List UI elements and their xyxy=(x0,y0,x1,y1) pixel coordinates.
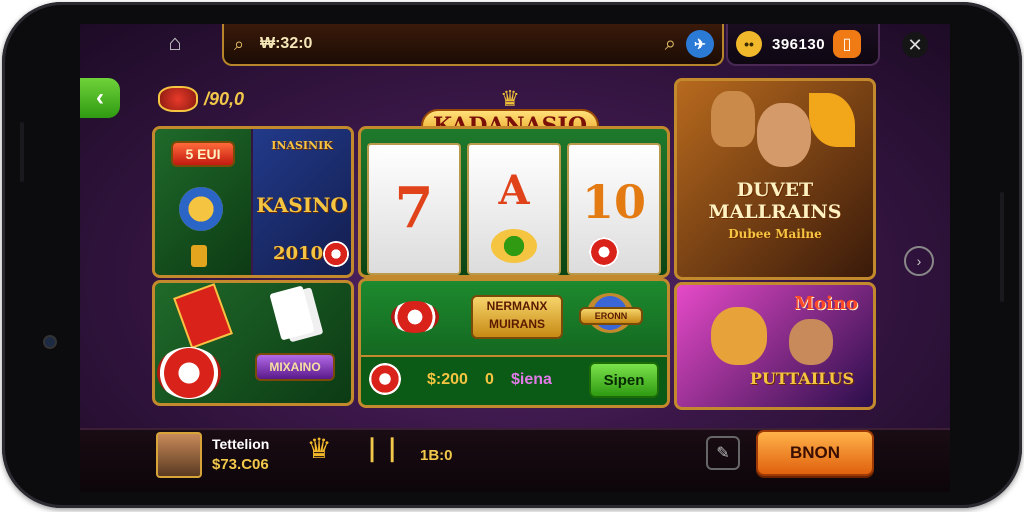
tile1-name-b: KASINO xyxy=(256,193,348,217)
edit-icon[interactable]: ✎ xyxy=(706,436,740,470)
clover-coin-icon xyxy=(491,229,537,263)
share-icon[interactable]: ✈ xyxy=(686,30,714,58)
feature-game-tile[interactable]: DUVET MALLRAINS Dubee Mailne xyxy=(674,78,876,280)
search-icon: ⌕ xyxy=(234,34,245,54)
chips-icon xyxy=(158,86,198,112)
bet-count: 0 xyxy=(485,371,494,388)
search-bar[interactable]: ⌕ ₩:32:0 ⌕ ✈ xyxy=(222,24,724,66)
bet-chip-icon xyxy=(391,301,439,333)
reel-symbol-2: A xyxy=(498,167,530,214)
reel-symbol-1: 7 xyxy=(394,175,434,241)
chip-balance: /90,0 xyxy=(158,86,244,112)
home-icon[interactable]: ⌂ xyxy=(160,30,190,56)
feature-subtitle: Dubee Mailne xyxy=(728,227,822,241)
lion-character xyxy=(711,307,767,365)
promo-subtitle: PUTTAILUS xyxy=(749,369,855,388)
dog-character xyxy=(711,91,755,147)
game-screen: ⌂ ⌕ ₩:32:0 ⌕ ✈ •• 396130 ▯ ✕ ‹ /90,0 ♛ K… xyxy=(80,24,950,492)
spin-button[interactable]: Sipen xyxy=(589,362,659,398)
feature-title: DUVET MALLRAINS xyxy=(708,179,842,223)
power-button xyxy=(1000,192,1004,302)
slot-banner: NERMANX MUIRANS xyxy=(471,295,563,339)
tile1-top-label: 5 EUI xyxy=(171,141,235,167)
card-banner: MIXAINO xyxy=(255,353,335,381)
back-button[interactable]: ‹ xyxy=(80,78,120,118)
banana-badge-icon xyxy=(179,187,223,231)
crown-icon: ♛ xyxy=(500,86,520,111)
card-deck-icon xyxy=(173,283,233,349)
coin-face-icon: •• xyxy=(736,31,762,57)
playing-cards-icon xyxy=(269,285,315,341)
tile1-name-a: INASINIK xyxy=(271,139,333,152)
bet-value: $:200 xyxy=(427,371,468,388)
search-value: ₩:32:0 xyxy=(260,35,313,52)
magnifier-icon[interactable]: ⌕ xyxy=(665,33,676,56)
bonus-cards-icon: ❘❘ xyxy=(362,435,403,462)
slot-reel-2: A xyxy=(467,143,561,275)
player-avatar[interactable] xyxy=(156,432,202,478)
slot-reel-1: 7 xyxy=(367,143,461,275)
poker-chip-icon xyxy=(323,241,349,267)
game-tile-kasino[interactable]: 5 EUI INASINIK KASINO 2010 xyxy=(152,126,354,278)
bet-label: $iena xyxy=(511,371,552,388)
promo-title: Moino xyxy=(794,293,858,314)
man-character xyxy=(757,103,811,167)
trophy-icon[interactable]: ♛ xyxy=(302,432,336,466)
banana-icon xyxy=(809,93,855,147)
promo-game-tile[interactable]: Moino PUTTAILUS xyxy=(674,282,876,410)
phone-frame: ✕ ⚙ ⌂ ⌕ ₩:32:0 ⌕ ✈ •• 396130 ▯ ✕ ‹ /90,0… xyxy=(2,2,1022,508)
player-name: Tettelion xyxy=(212,436,270,452)
close-icon[interactable]: ✕ xyxy=(902,32,928,58)
coin-value: 396130 xyxy=(772,35,826,53)
game-tile-cards[interactable]: MIXAINO xyxy=(152,280,354,406)
coin-balance: •• 396130 ▯ xyxy=(726,24,880,66)
play-button[interactable]: BNON xyxy=(756,430,874,476)
slot-reel-3: 10 xyxy=(567,143,661,275)
chip-balance-value: /90,0 xyxy=(204,88,245,109)
coin-stack-icon xyxy=(191,245,207,267)
bonus-value: 1B:0 xyxy=(420,447,453,464)
kid-character xyxy=(789,319,833,365)
reel-chip-icon xyxy=(589,237,619,267)
big-chip-icon xyxy=(157,347,221,399)
player-balance: $73.C06 xyxy=(212,456,269,473)
bet-row-chip-icon xyxy=(369,363,401,395)
bar-banner: ERONN xyxy=(579,307,643,325)
volume-button xyxy=(20,122,24,182)
slot-machine-panel[interactable]: 7 A 10 xyxy=(358,126,670,278)
front-camera xyxy=(45,337,55,347)
reel-symbol-3: 10 xyxy=(581,175,646,229)
next-arrow-icon[interactable]: › xyxy=(904,246,934,276)
add-coins-button[interactable]: ▯ xyxy=(833,30,862,58)
